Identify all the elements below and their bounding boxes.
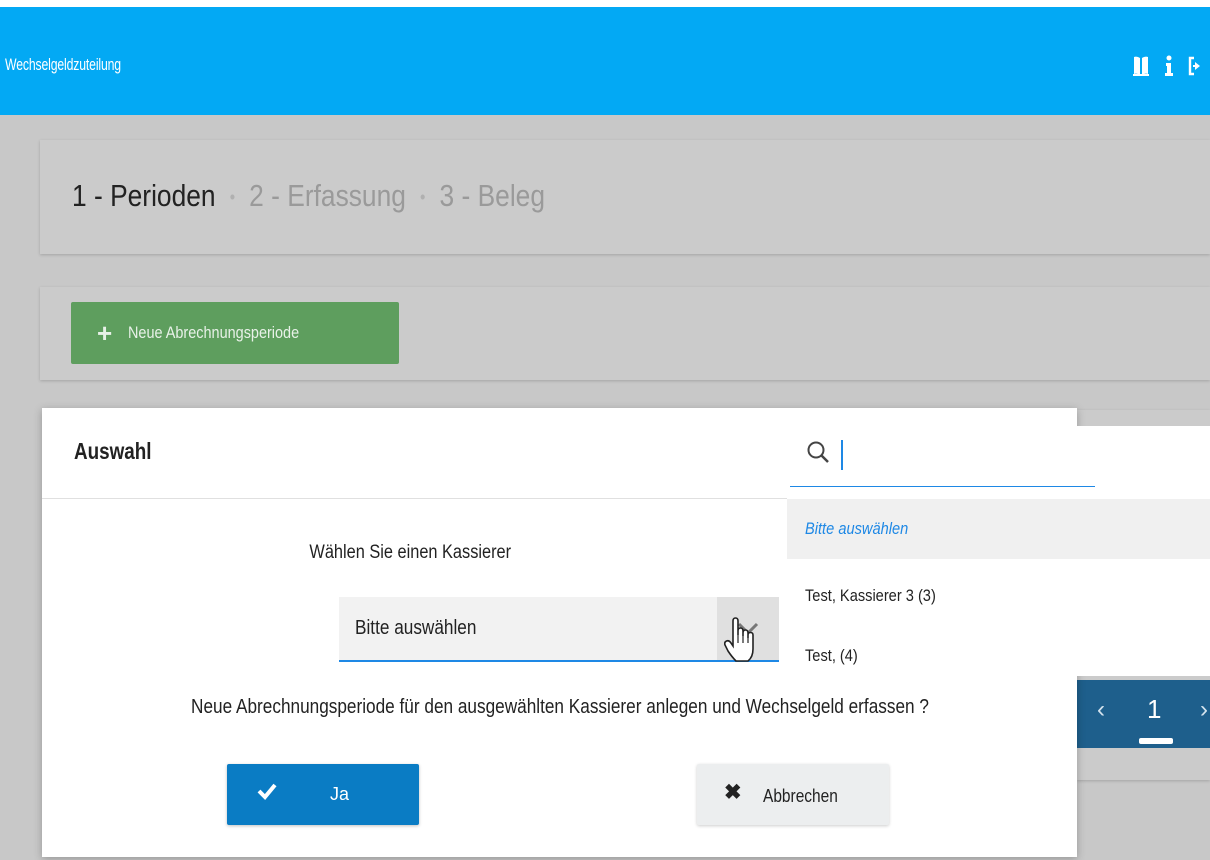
dropdown-option[interactable]: Bitte auswählen [787, 499, 1210, 559]
wizard-steps-card: 1 - Perioden • 2 - Erfassung • 3 - Beleg [40, 140, 1210, 254]
step-separator: • [229, 187, 236, 208]
close-icon: ✖ [724, 781, 742, 804]
wizard-steps: 1 - Perioden • 2 - Erfassung • 3 - Beleg [72, 178, 545, 214]
step-receipt[interactable]: 3 - Beleg [440, 178, 545, 213]
cashier-prompt-text: Wählen Sie einen Kassierer [309, 542, 511, 563]
new-period-label: Neue Abrechnungsperiode [128, 323, 300, 342]
header-actions [1132, 55, 1204, 81]
text-caret [841, 440, 843, 470]
actions-card: + Neue Abrechnungsperiode [40, 287, 1210, 380]
cashier-select[interactable]: Bitte auswählen [339, 597, 779, 662]
page-indicator [1139, 738, 1173, 744]
next-page-button[interactable]: › [1200, 696, 1208, 724]
book-icon[interactable] [1132, 55, 1150, 81]
app-header: Wechselgeldzuteilung [0, 7, 1210, 115]
step-periods[interactable]: 1 - Perioden [72, 178, 216, 213]
dropdown-search-input[interactable] [790, 426, 1095, 487]
app-title: Wechselgeldzuteilung [5, 55, 121, 74]
prev-page-button[interactable]: ‹ [1097, 696, 1105, 724]
dialog-title: Auswahl [74, 438, 152, 464]
step-separator: • [420, 187, 426, 208]
hand-cursor-icon [723, 617, 756, 670]
cashier-select-value: Bitte auswählen [355, 617, 477, 639]
yes-button[interactable]: Ja [227, 764, 419, 825]
search-icon [806, 440, 832, 471]
dropdown-option-label: Bitte auswählen [805, 519, 909, 538]
check-icon [257, 782, 277, 805]
dropdown-option[interactable]: Test, Kassierer 3 (3) [787, 566, 1210, 626]
dropdown-option-label: Test, (4) [805, 646, 858, 665]
pagination: ‹ 1 › [1077, 680, 1210, 748]
confirm-question: Neue Abrechnungsperiode für den ausgewäh… [42, 696, 1077, 719]
confirm-question-text: Neue Abrechnungsperiode für den ausgewäh… [190, 696, 929, 718]
yes-label: Ja [330, 784, 350, 804]
dropdown-option[interactable]: Test, (4) [787, 626, 1210, 686]
step-entry[interactable]: 2 - Erfassung [249, 178, 406, 213]
logout-icon[interactable] [1188, 55, 1204, 81]
cancel-button[interactable]: ✖ Abbrechen [697, 764, 889, 825]
dropdown-option-label: Test, Kassierer 3 (3) [805, 586, 936, 605]
cancel-label: Abbrechen [763, 786, 838, 806]
cashier-dropdown: Bitte auswählen Test, Kassierer 3 (3) Te… [787, 426, 1210, 676]
new-period-button[interactable]: + Neue Abrechnungsperiode [71, 302, 399, 364]
plus-icon: + [97, 318, 113, 348]
info-icon[interactable] [1164, 55, 1174, 81]
page-number[interactable]: 1 [1147, 694, 1161, 725]
cashier-prompt: Wählen Sie einen Kassierer [42, 542, 778, 564]
